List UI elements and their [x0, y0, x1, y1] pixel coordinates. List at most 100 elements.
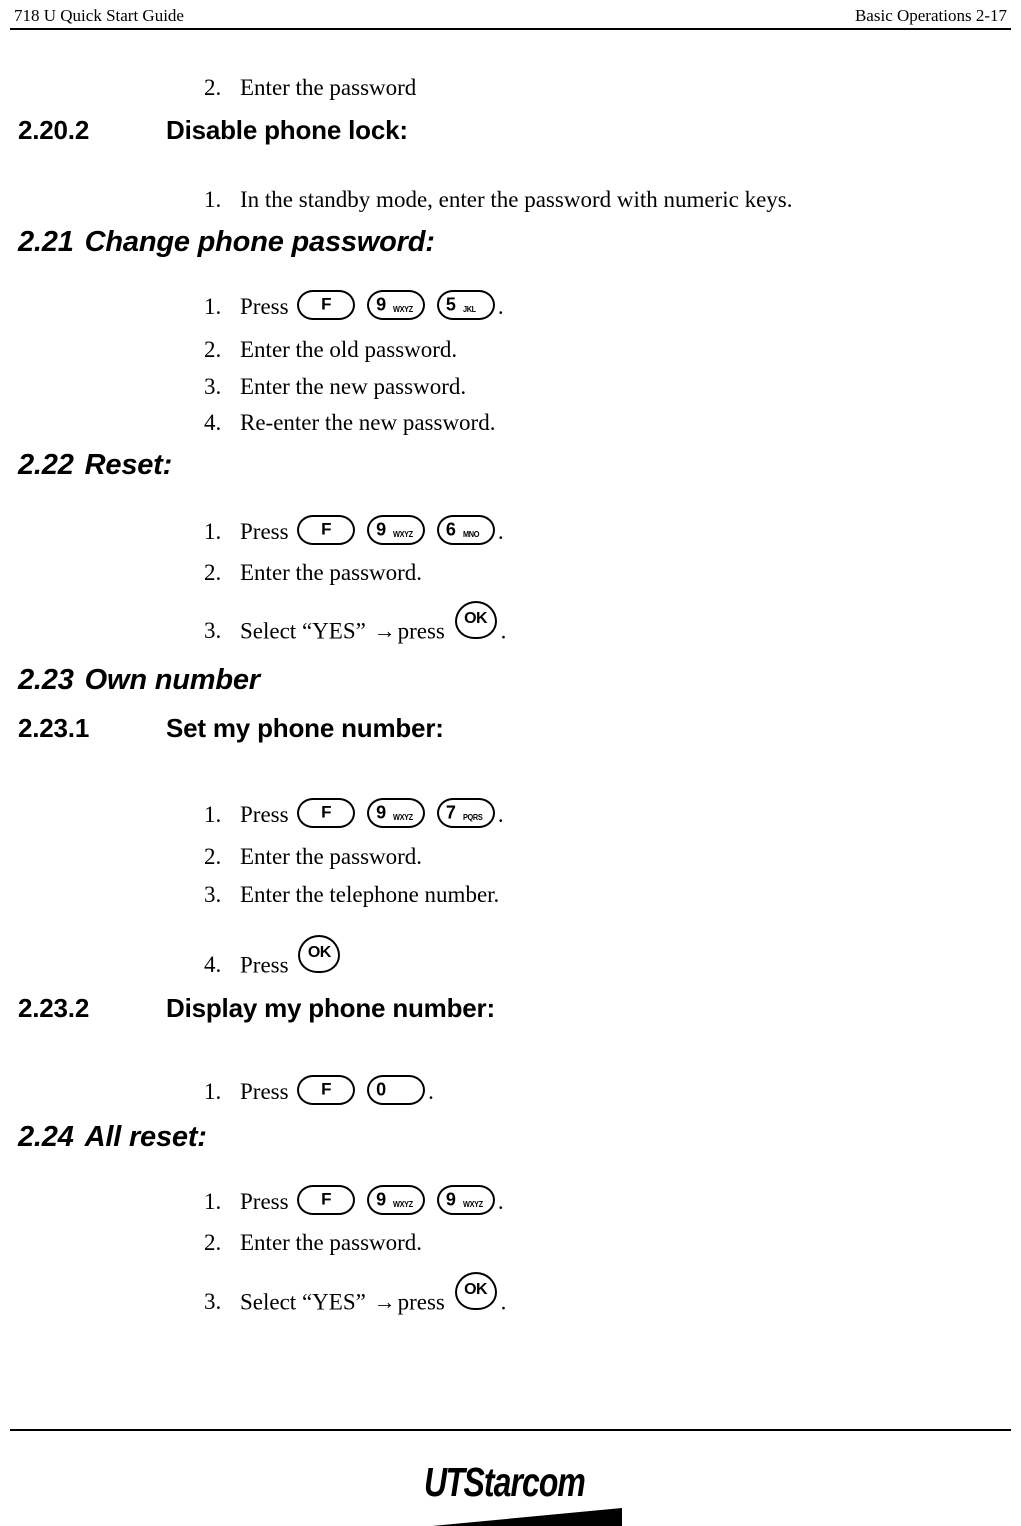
document-page: 718 U Quick Start Guide Basic Operations…: [0, 0, 1021, 1526]
key-f-icon: F: [297, 797, 356, 828]
list-item-number: 3.: [204, 618, 222, 644]
list-item: 2. Enter the password.: [204, 1229, 422, 1257]
heading-number: 2.22: [18, 449, 74, 481]
list-item-text: Enter the telephone number.: [240, 882, 500, 907]
trailing-period: .: [497, 802, 504, 827]
key-label: 9: [376, 1189, 387, 1210]
key-label: F: [321, 519, 332, 539]
footer-divider: [10, 1429, 1011, 1431]
heading-2-23-2: 2.23.2 Display my phone number:: [18, 993, 495, 1024]
key-9-wxyz-icon: 9 WXYZ: [367, 289, 426, 320]
heading-number: 2.23.1: [18, 713, 90, 743]
key-sublabel: WXYZ: [393, 304, 413, 314]
utstarcom-logo: UTStarcom: [424, 1459, 664, 1526]
list-item: 1. Press F 9 WXYZ 5 JKL .: [204, 289, 504, 324]
heading-number: 2.24: [18, 1121, 74, 1153]
heading-title: Disable phone lock:: [166, 115, 408, 145]
list-item: 4. Re-enter the new password.: [204, 409, 495, 437]
key-label: F: [321, 1079, 332, 1099]
list-item: 1. Press F 9 WXYZ 9 WXYZ .: [204, 1184, 504, 1219]
list-item-text: Press: [240, 294, 289, 319]
list-item-number: 1.: [204, 294, 222, 319]
heading-2-23-1: 2.23.1 Set my phone number:: [18, 713, 444, 744]
key-label: 9: [376, 294, 387, 315]
list-item-number: 2.: [204, 337, 222, 362]
key-sublabel: MNO: [462, 529, 479, 539]
list-item-number: 4.: [204, 410, 222, 435]
key-f-icon: F: [297, 514, 356, 545]
heading-title: All reset:: [84, 1121, 207, 1153]
list-item-number: 1.: [204, 802, 222, 827]
key-9-wxyz-icon-2: 9 WXYZ: [436, 1184, 495, 1215]
key-label: OK: [464, 610, 488, 628]
list-item: 2. Enter the password: [204, 74, 416, 102]
key-9-wxyz-icon: 9 WXYZ: [367, 797, 426, 828]
logo-ut-text: UT: [424, 1459, 465, 1505]
key-label: OK: [307, 944, 332, 962]
key-label: F: [321, 1189, 332, 1209]
list-item: 3. Enter the telephone number.: [204, 881, 499, 909]
key-label: F: [321, 802, 332, 822]
heading-number: 2.23.2: [18, 993, 90, 1023]
key-label: 0: [376, 1079, 387, 1100]
key-label: F: [321, 294, 332, 314]
key-sublabel: JKL: [462, 304, 476, 314]
list-item-number: 2.: [204, 560, 222, 585]
key-f-icon: F: [297, 1074, 356, 1105]
list-item-text: In the standby mode, enter the password …: [240, 187, 793, 212]
key-label: OK: [464, 1281, 488, 1299]
right-arrow-icon: →: [373, 1289, 396, 1315]
heading-number: 2.21: [18, 226, 74, 258]
list-item-text: Enter the password: [240, 75, 417, 100]
heading-title: Display my phone number:: [166, 993, 495, 1023]
list-item-text-continued: press: [397, 618, 445, 644]
header-divider: [10, 28, 1011, 30]
list-item-text: Re-enter the new password.: [240, 410, 496, 435]
list-item-number: 3.: [204, 1289, 222, 1315]
list-item-text: Press: [240, 1189, 289, 1214]
list-item-number: 1.: [204, 1079, 222, 1104]
key-sublabel: WXYZ: [393, 812, 413, 822]
key-label: 9: [445, 1189, 456, 1210]
list-item-text: Press: [240, 1079, 289, 1104]
heading-title: Set my phone number:: [166, 713, 444, 743]
list-item-number: 2.: [204, 75, 222, 100]
key-ok-icon: OK: [454, 1272, 497, 1310]
list-item-text: Select “YES”: [240, 618, 366, 644]
list-item: 1. Press F 9 WXYZ 7 PQRS .: [204, 797, 504, 832]
list-item-number: 3.: [204, 882, 222, 907]
key-label: 6: [445, 519, 456, 540]
list-item: 1. In the standby mode, enter the passwor…: [204, 186, 793, 214]
key-label: 9: [376, 519, 387, 540]
list-item: 2. Enter the old password.: [204, 336, 457, 364]
logo-wedge-shape: [432, 1508, 622, 1526]
key-sublabel: WXYZ: [393, 529, 413, 539]
list-item-text: Enter the password.: [240, 844, 423, 869]
header-left-text: 718 U Quick Start Guide: [14, 6, 184, 25]
list-item-text: Press: [240, 519, 289, 544]
list-item-text: Enter the password.: [240, 1230, 423, 1255]
list-item-text: Select “YES”: [240, 1289, 366, 1315]
heading-title: Change phone password:: [84, 226, 435, 258]
list-item-number: 2.: [204, 1230, 222, 1255]
key-label: 5: [445, 294, 456, 315]
key-sublabel: WXYZ: [462, 1199, 483, 1209]
list-item: 4. Press OK: [204, 935, 344, 986]
key-f-icon: F: [297, 289, 356, 320]
list-item: 3. Select “YES” →press OK .: [204, 1272, 507, 1323]
key-label: 7: [445, 802, 456, 823]
trailing-period: .: [500, 1289, 507, 1315]
logo-wordmark: UTStarcom: [424, 1459, 586, 1505]
heading-title: Own number: [84, 664, 260, 696]
heading-2-23: 2.23 Own number: [18, 663, 260, 697]
heading-2-22: 2.22 Reset:: [18, 448, 172, 482]
key-6-mno-icon: 6 MNO: [436, 514, 495, 545]
heading-number: 2.23: [18, 664, 74, 696]
right-arrow-icon: →: [373, 618, 396, 644]
trailing-period: .: [428, 1079, 434, 1104]
key-ok-icon: OK: [454, 601, 497, 639]
list-item-text: Press: [240, 802, 289, 827]
key-9-wxyz-icon: 9 WXYZ: [367, 514, 426, 545]
key-ok-icon: OK: [298, 935, 341, 973]
header-right-text: Basic Operations 2-17: [854, 6, 1007, 25]
